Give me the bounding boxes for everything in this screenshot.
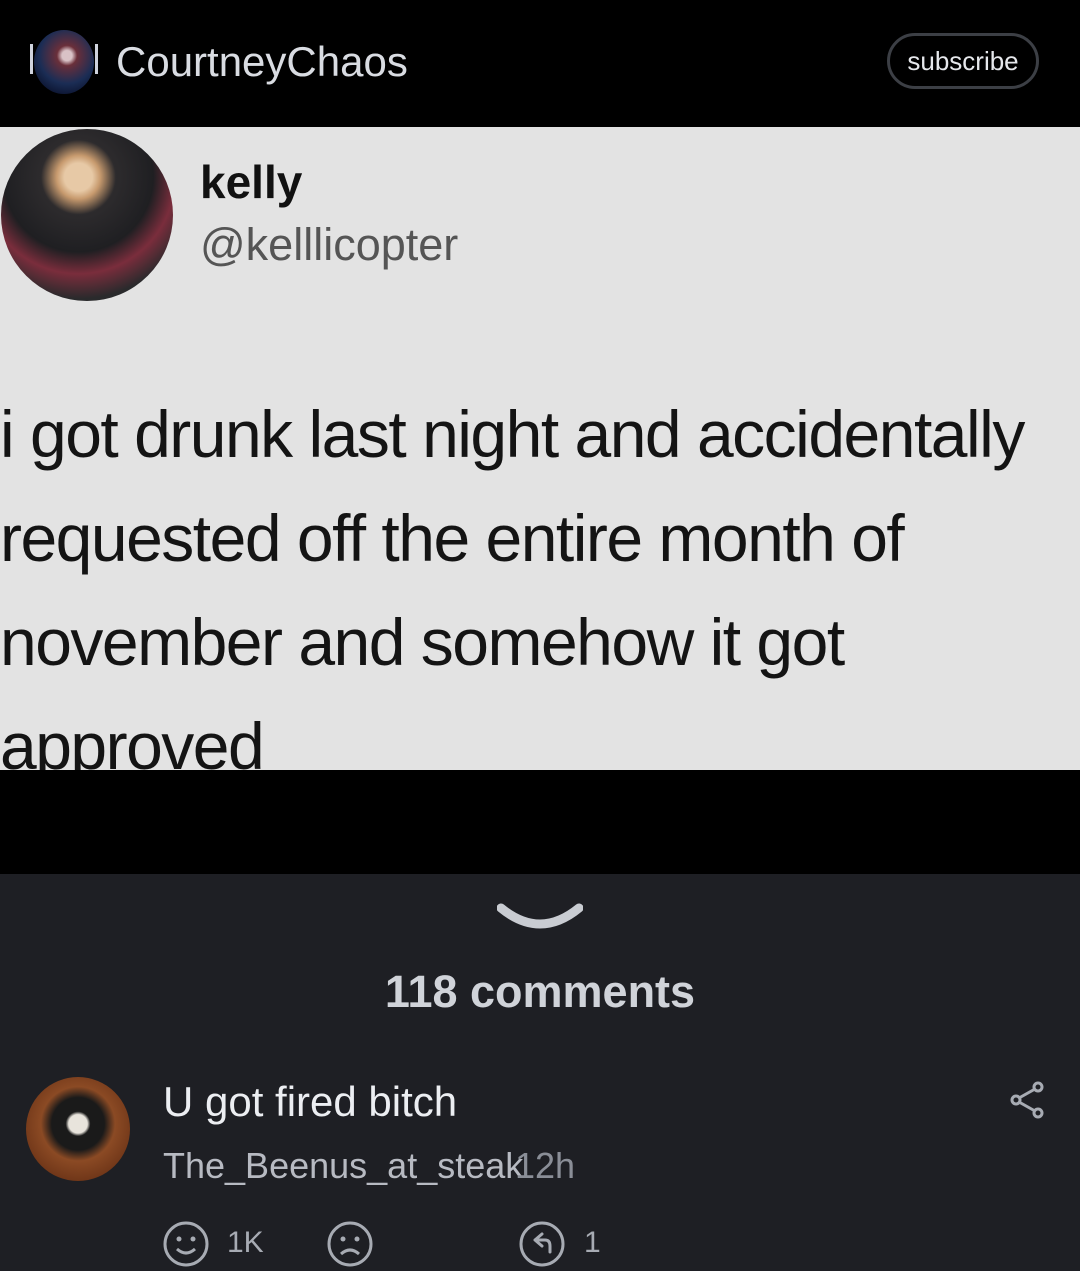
channel-name[interactable]: CourtneyChaos [116, 38, 408, 86]
tweet-card: kelly @kelllicopter i got drunk last nig… [0, 127, 1080, 783]
tweet-text-line: requested off the entire month of [0, 501, 905, 575]
tweet-author-name: kelly [200, 156, 303, 208]
tweet-avatar [1, 129, 173, 301]
tweet-text: i got drunk last night and accidentally … [0, 382, 1080, 798]
subscribe-button[interactable]: subscribe [887, 33, 1039, 89]
comment-text: U got fired bitch [163, 1078, 458, 1125]
like-count: 1K [227, 1226, 264, 1259]
comment-timestamp: 12h [515, 1145, 576, 1186]
tweet-author-handle: @kelllicopter [200, 219, 459, 270]
media-gap [0, 770, 1080, 874]
chevron-down-icon[interactable] [497, 902, 583, 936]
frown-icon[interactable] [326, 1220, 374, 1268]
smile-icon[interactable] [162, 1220, 210, 1268]
comment-username[interactable]: The_Beenus_at_steak [163, 1145, 523, 1187]
comment-avatar[interactable] [26, 1077, 130, 1181]
reply-count: 1 [584, 1226, 601, 1259]
comments-count: 118 comments [384, 966, 696, 1017]
reply-icon[interactable] [518, 1220, 566, 1268]
post-header: CourtneyChaos subscribe [0, 0, 1080, 127]
tweet-text-line: november and somehow it got [0, 605, 845, 679]
channel-avatar[interactable] [30, 30, 98, 94]
share-icon[interactable] [1008, 1080, 1048, 1120]
tweet-text-line: i got drunk last night and accidentally [0, 397, 1025, 471]
